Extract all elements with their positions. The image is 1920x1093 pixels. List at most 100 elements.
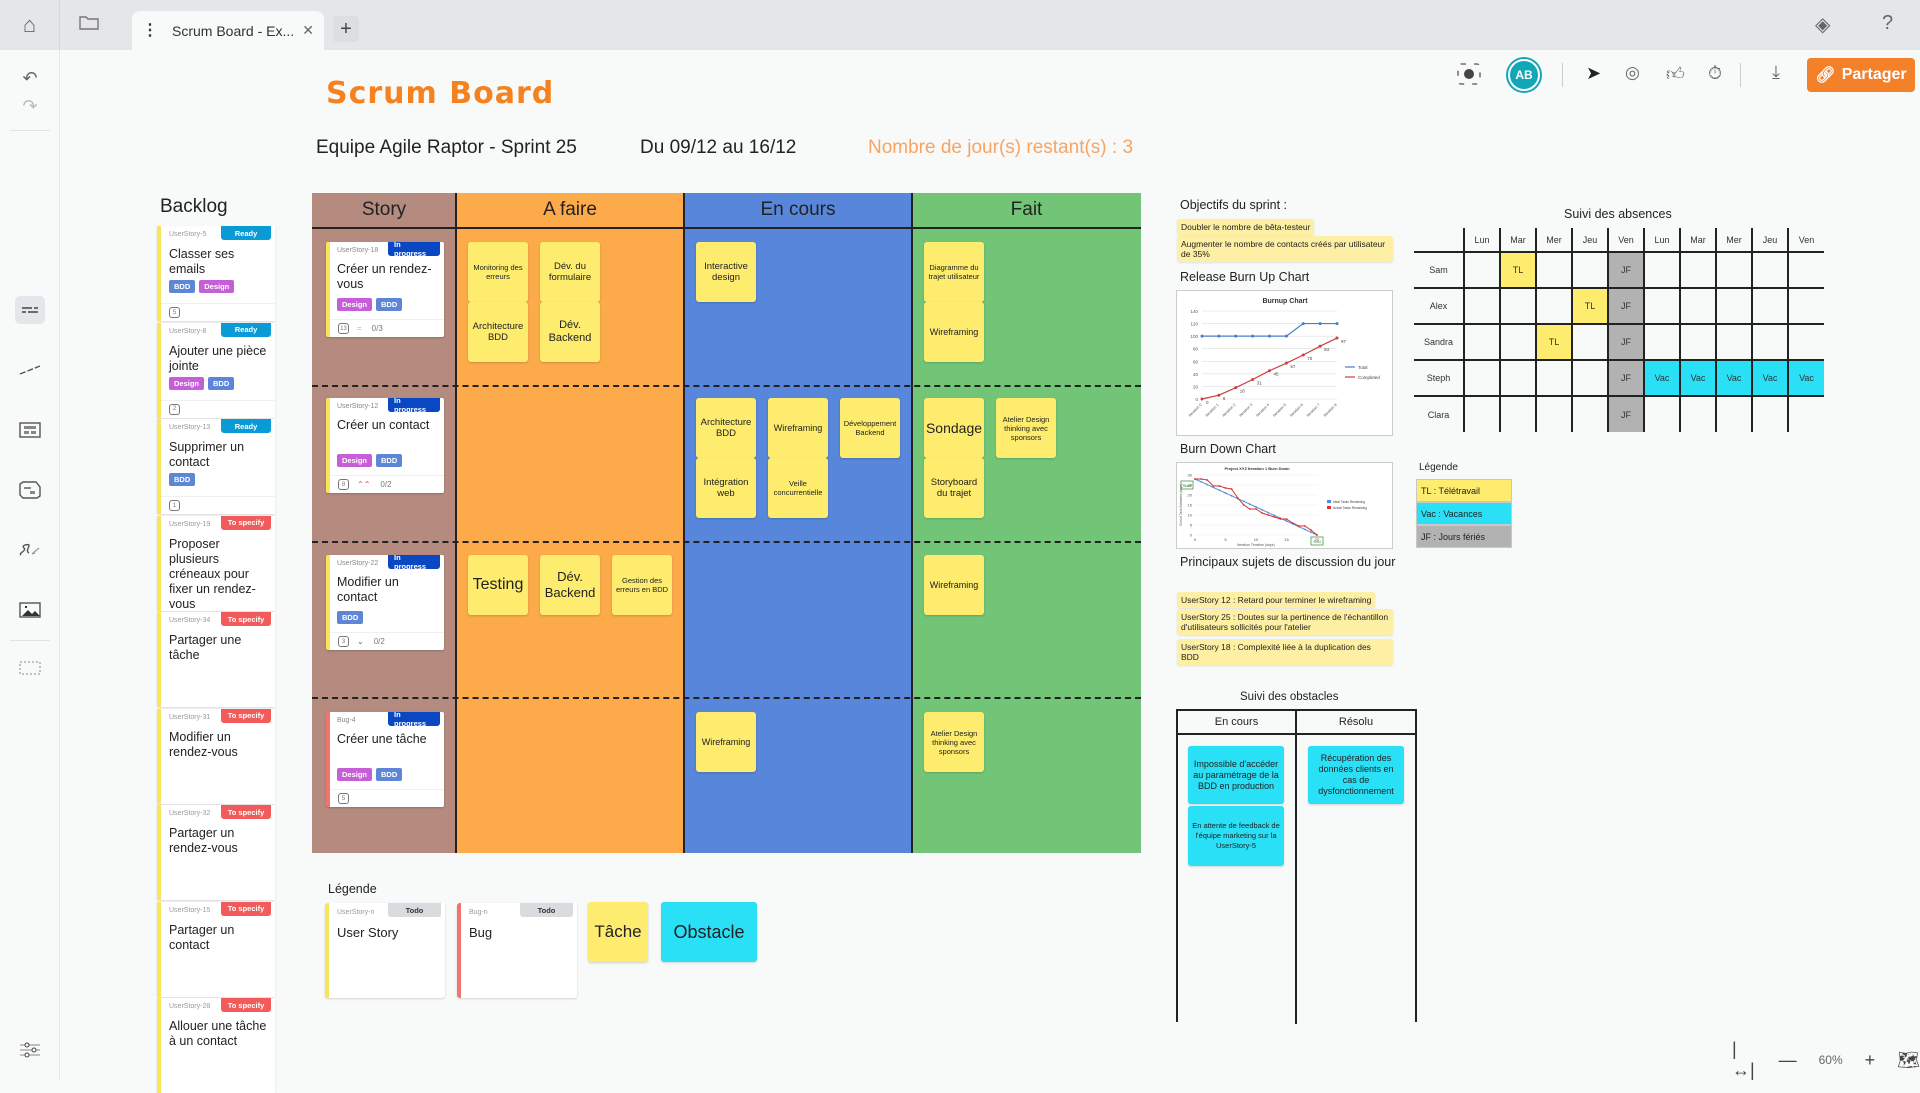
task-sticky[interactable]: Architecture BDD xyxy=(468,302,528,362)
frame-tool-icon[interactable] xyxy=(15,654,45,682)
task-sticky[interactable]: Storyboard du trajet xyxy=(924,458,984,518)
task-sticky[interactable]: Atelier Design thinking avec sponsors xyxy=(996,398,1056,458)
tab-scrum-board[interactable]: ⋮ Scrum Board - Ex... ✕ xyxy=(132,11,324,50)
new-tab-button[interactable]: + xyxy=(333,16,359,42)
story-card[interactable]: Bug-4 In progress Créer une tâche Design BDD… xyxy=(326,710,444,807)
absence-cell[interactable] xyxy=(1679,323,1716,360)
backlog-card[interactable]: UserStory-34 To specify Partager une tâche xyxy=(157,612,275,707)
absence-cell[interactable] xyxy=(1715,287,1752,324)
diamond-icon[interactable]: ◈ xyxy=(1815,12,1830,37)
absence-cell[interactable] xyxy=(1679,287,1716,324)
backlog-card[interactable]: UserStory-5 Ready Classer ses emails BDD Des… xyxy=(157,226,275,321)
task-sticky[interactable]: Dév. Backend xyxy=(540,555,600,615)
share-button[interactable]: 🔗︎ Partager xyxy=(1807,58,1915,92)
task-sticky[interactable]: Interactive design xyxy=(696,242,756,302)
task-sticky[interactable]: Wireframing xyxy=(924,555,984,615)
task-sticky[interactable]: Intégration web xyxy=(696,458,756,518)
absence-cell[interactable] xyxy=(1463,395,1500,432)
card-tool-icon[interactable] xyxy=(15,416,45,444)
story-card[interactable]: UserStory-18 In progress Créer un rendez-v… xyxy=(326,240,444,337)
focus-icon[interactable] xyxy=(1456,62,1482,92)
absence-cell[interactable]: JF xyxy=(1607,395,1644,432)
folder-button[interactable] xyxy=(78,14,104,36)
pointer-icon[interactable]: ➤ xyxy=(1586,63,1601,84)
absence-cell[interactable]: Vac xyxy=(1679,359,1716,396)
sticky-note-tool-icon[interactable] xyxy=(15,476,45,504)
task-sticky[interactable]: Monitoring des erreurs xyxy=(468,242,528,302)
absence-cell[interactable]: JF xyxy=(1607,359,1644,396)
absence-cell[interactable] xyxy=(1535,251,1572,288)
task-sticky[interactable]: Développement Backend xyxy=(840,398,900,458)
absence-cell[interactable] xyxy=(1679,395,1716,432)
vote-icon[interactable]: 👍︎ xyxy=(1666,63,1685,85)
absence-cell[interactable] xyxy=(1535,395,1572,432)
story-card[interactable]: UserStory-12 In progress Créer un contact D… xyxy=(326,396,444,493)
task-sticky[interactable]: Atelier Design thinking avec sponsors xyxy=(924,712,984,772)
story-card[interactable]: UserStory-22 In progress Modifier un conta… xyxy=(326,553,444,650)
absence-cell[interactable]: TL xyxy=(1535,323,1572,360)
task-sticky[interactable]: Architecture BDD xyxy=(696,398,756,458)
absence-cell[interactable]: Vac xyxy=(1643,359,1680,396)
line-tool-icon[interactable] xyxy=(15,356,45,384)
absence-cell[interactable] xyxy=(1571,323,1608,360)
absence-cell[interactable] xyxy=(1751,323,1788,360)
timer-icon[interactable]: ⏱ xyxy=(1708,63,1722,84)
task-sticky[interactable]: Veille concurrentielle xyxy=(768,458,828,518)
absence-cell[interactable]: Vac xyxy=(1715,359,1752,396)
zoom-out-icon[interactable]: — xyxy=(1779,1050,1797,1071)
absence-cell[interactable] xyxy=(1787,395,1824,432)
task-sticky[interactable]: Sondage xyxy=(924,398,984,458)
map-icon[interactable]: 🗺︎ xyxy=(1897,1050,1920,1071)
undo-icon[interactable]: ↶ xyxy=(15,64,45,92)
absence-cell[interactable] xyxy=(1463,359,1500,396)
tab-menu-icon[interactable]: ⋮ xyxy=(142,22,158,39)
absence-cell[interactable]: TL xyxy=(1571,287,1608,324)
absence-cell[interactable]: JF xyxy=(1607,323,1644,360)
absence-cell[interactable]: TL xyxy=(1499,251,1536,288)
task-sticky[interactable]: Wireframing xyxy=(924,302,984,362)
absence-cell[interactable] xyxy=(1643,323,1680,360)
absence-cell[interactable] xyxy=(1571,251,1608,288)
absence-cell[interactable] xyxy=(1715,323,1752,360)
help-icon[interactable]: ? xyxy=(1882,12,1893,35)
task-sticky[interactable]: Dév. du formulaire xyxy=(540,242,600,302)
backlog-card[interactable]: UserStory-8 Ready Ajouter une pièce jointe… xyxy=(157,322,275,418)
backlog-card[interactable]: UserStory-32 To specify Partager un rendez… xyxy=(157,805,275,900)
absence-cell[interactable] xyxy=(1751,287,1788,324)
task-sticky[interactable]: Gestion des erreurs en BDD xyxy=(612,555,672,615)
absence-cell[interactable] xyxy=(1787,323,1824,360)
backlog-card[interactable]: UserStory-15 To specify Partager un contac… xyxy=(157,901,275,997)
absence-cell[interactable] xyxy=(1463,323,1500,360)
absence-cell[interactable] xyxy=(1499,323,1536,360)
absence-cell[interactable]: Vac xyxy=(1787,359,1824,396)
settings-sliders-icon[interactable] xyxy=(15,1036,45,1064)
absence-cell[interactable]: JF xyxy=(1607,251,1644,288)
backlog-card[interactable]: UserStory-19 To specify Proposer plusieurs… xyxy=(157,515,275,611)
absence-cell[interactable]: JF xyxy=(1607,287,1644,324)
home-button[interactable]: ⌂ xyxy=(0,0,60,50)
absence-cell[interactable] xyxy=(1715,251,1752,288)
draw-tool-icon[interactable] xyxy=(15,536,45,564)
absence-cell[interactable] xyxy=(1751,395,1788,432)
user-avatar[interactable]: AB xyxy=(1508,59,1540,91)
absence-cell[interactable] xyxy=(1787,251,1824,288)
redo-icon[interactable]: ↷ xyxy=(15,92,45,120)
hide-icon[interactable]: ◎ xyxy=(1625,63,1640,83)
task-sticky[interactable]: Diagramme du trajet utilisateur xyxy=(924,242,984,302)
absence-cell[interactable] xyxy=(1535,287,1572,324)
absence-cell[interactable] xyxy=(1463,251,1500,288)
text-tool-icon[interactable] xyxy=(15,296,45,324)
tab-close-icon[interactable]: ✕ xyxy=(302,22,314,39)
absence-cell[interactable] xyxy=(1643,395,1680,432)
absence-cell[interactable] xyxy=(1571,359,1608,396)
download-icon[interactable]: ⤓ xyxy=(1772,62,1780,83)
absence-cell[interactable] xyxy=(1787,287,1824,324)
image-tool-icon[interactable] xyxy=(15,596,45,624)
zoom-in-icon[interactable]: + xyxy=(1865,1050,1876,1071)
absence-cell[interactable] xyxy=(1463,287,1500,324)
absence-cell[interactable]: Vac xyxy=(1751,359,1788,396)
task-sticky[interactable]: Wireframing xyxy=(768,398,828,458)
task-sticky[interactable]: Testing xyxy=(468,555,528,615)
task-sticky[interactable]: Wireframing xyxy=(696,712,756,772)
fit-width-icon[interactable]: |↔| xyxy=(1732,1039,1757,1081)
